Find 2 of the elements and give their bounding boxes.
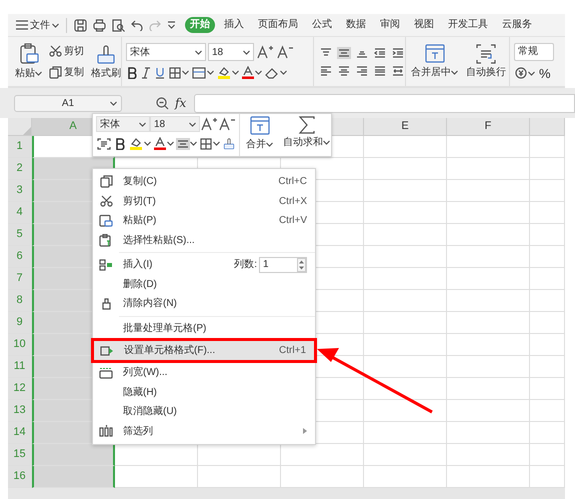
- spinner-label: 列数:: [234, 258, 257, 272]
- function-label: fx: [175, 95, 186, 112]
